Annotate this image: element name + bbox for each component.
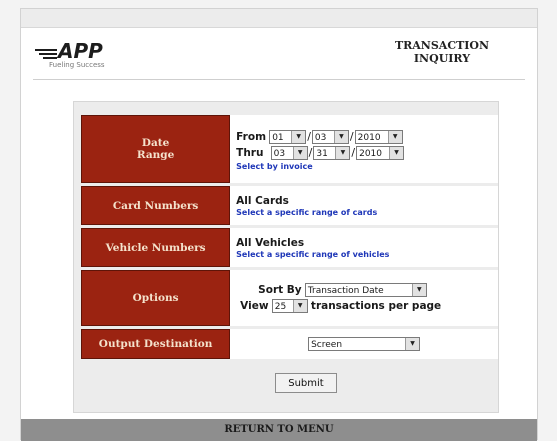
return-to-menu-link[interactable]: RETURN TO MENU — [21, 419, 537, 441]
logo-speed-lines-icon — [35, 47, 57, 61]
output-destination-select[interactable]: Screen ▼ — [308, 337, 421, 351]
thru-day-value: 31 — [316, 148, 328, 159]
title-divider — [33, 79, 525, 80]
vehicle-numbers-row: Vehicle Numbers All Vehicles Select a sp… — [81, 228, 498, 267]
thru-month-value: 03 — [273, 148, 286, 159]
sort-by-label: Sort By — [258, 284, 302, 296]
sort-by-value: Transaction Date — [307, 286, 384, 296]
card-numbers-row: Card Numbers All Cards Select a specific… — [81, 186, 498, 225]
from-day-value: 03 — [314, 132, 327, 143]
chevron-down-icon: ▼ — [387, 130, 402, 143]
thru-month-select[interactable]: 03 ▼ — [270, 145, 308, 160]
chevron-down-icon: ▼ — [291, 130, 306, 143]
date-range-label-line2: Range — [136, 149, 175, 161]
view-label: View — [240, 300, 269, 312]
vehicle-numbers-current: All Vehicles — [236, 236, 305, 249]
sort-by-select[interactable]: Transaction Date ▼ — [304, 283, 427, 297]
output-destination-row: Output Destination Screen ▼ — [81, 329, 498, 359]
output-destination-label: Output Destination — [81, 329, 231, 359]
thru-label: Thru — [236, 146, 264, 159]
card-numbers-value: All Cards Select a specific range of car… — [230, 186, 498, 225]
per-page-label: transactions per page — [310, 300, 442, 312]
view-count-select[interactable]: 25 ▼ — [271, 299, 308, 313]
vehicle-numbers-label: Vehicle Numbers — [81, 228, 231, 267]
options-row: Options Sort By Transaction Date ▼ View 2… — [81, 270, 498, 326]
page-title-line2: INQUIRY — [413, 52, 471, 65]
from-year-select[interactable]: 2010 ▼ — [354, 129, 403, 144]
select-vehicle-range-link[interactable]: Select a specific range of vehicles — [236, 250, 492, 259]
card-numbers-current: All Cards — [236, 194, 289, 207]
chevron-down-icon: ▼ — [405, 338, 420, 350]
date-range-value: From 01 ▼/03 ▼/2010 ▼ Thru 03 ▼/31 ▼/2010 ▼ Se… — [230, 115, 498, 183]
chevron-down-icon: ▼ — [292, 146, 307, 159]
page-title-line1: TRANSACTION — [394, 39, 490, 52]
options-label: Options — [81, 270, 231, 326]
logo-subtext: Fueling Success — [49, 61, 105, 69]
chevron-down-icon: ▼ — [333, 130, 348, 143]
thru-day-select[interactable]: 31 ▼ — [313, 145, 351, 160]
page-title: TRANSACTION INQUIRY — [387, 39, 497, 65]
chevron-down-icon: ▼ — [292, 300, 307, 312]
card-numbers-label: Card Numbers — [81, 186, 231, 225]
options-value: Sort By Transaction Date ▼ View 25 ▼ trans… — [230, 270, 498, 326]
chevron-down-icon: ▼ — [389, 146, 404, 159]
form-table: Date Range From 01 ▼/03 ▼/2010 ▼ Thru 03 ▼/3… — [81, 112, 498, 362]
from-year-value: 2010 — [357, 132, 381, 143]
inquiry-form: Date Range From 01 ▼/03 ▼/2010 ▼ Thru 03 ▼/3… — [73, 101, 499, 413]
vehicle-numbers-value: All Vehicles Select a specific range of … — [230, 228, 498, 267]
thru-year-select[interactable]: 2010 ▼ — [356, 145, 405, 160]
logo-text: APP — [58, 39, 103, 63]
chevron-down-icon: ▼ — [411, 284, 426, 296]
output-destination-current: Screen — [311, 340, 343, 350]
view-count-value: 25 — [274, 302, 287, 312]
from-month-select[interactable]: 01 ▼ — [269, 129, 307, 144]
date-range-row: Date Range From 01 ▼/03 ▼/2010 ▼ Thru 03 ▼/3… — [81, 115, 498, 183]
select-by-invoice-link[interactable]: Select by invoice — [236, 162, 492, 171]
select-card-range-link[interactable]: Select a specific range of cards — [236, 208, 492, 217]
top-strip — [21, 9, 537, 28]
app-logo[interactable]: APP Fueling Success — [35, 39, 105, 69]
chevron-down-icon: ▼ — [335, 146, 350, 159]
from-label: From — [236, 130, 267, 143]
from-month-value: 01 — [272, 132, 284, 143]
main-panel: APP Fueling Success TRANSACTION INQUIRY … — [20, 8, 538, 441]
date-range-label-line1: Date — [141, 137, 170, 149]
submit-button[interactable]: Submit — [275, 373, 337, 393]
date-range-label: Date Range — [81, 115, 231, 183]
thru-year-value: 2010 — [359, 148, 382, 159]
from-day-select[interactable]: 03 ▼ — [311, 129, 349, 144]
output-destination-value: Screen ▼ — [230, 329, 498, 359]
